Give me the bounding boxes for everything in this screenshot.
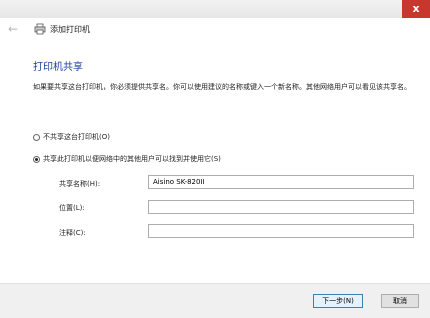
next-button[interactable]: 下一步(N) [313, 294, 363, 308]
printer-icon [34, 23, 46, 35]
location-input[interactable] [148, 200, 414, 214]
share-option[interactable]: 共享此打印机以便网络中的其他用户可以找到并使用它(S) [33, 153, 221, 165]
cancel-button[interactable]: 取消 [381, 294, 419, 308]
share-name-input[interactable]: Aisino SK-820II [148, 175, 414, 189]
share-name-label: 共享名称(H): [59, 180, 101, 188]
share-radio[interactable] [33, 155, 40, 163]
page-description: 如果要共享这台打印机，你必须提供共享名。你可以使用建议的名称或键入一个新名称。其… [33, 83, 411, 91]
navigation-bar: ← 添加打印机 [0, 18, 430, 40]
share-label: 共享此打印机以便网络中的其他用户可以找到并使用它(S) [43, 155, 221, 163]
back-arrow-icon[interactable]: ← [6, 22, 20, 36]
page-heading: 打印机共享 [33, 62, 83, 73]
no-share-label: 不共享这台打印机(O) [43, 133, 110, 141]
comment-input[interactable] [148, 224, 414, 238]
wizard-title: 添加打印机 [50, 25, 90, 34]
location-label: 位置(L): [59, 204, 85, 212]
no-share-radio[interactable] [33, 133, 40, 141]
title-bar: x [0, 0, 430, 18]
button-bar: 下一步(N) 取消 [0, 283, 430, 318]
no-share-option[interactable]: 不共享这台打印机(O) [33, 131, 110, 143]
close-button[interactable]: x [402, 0, 430, 18]
comment-label: 注释(C): [59, 229, 86, 237]
